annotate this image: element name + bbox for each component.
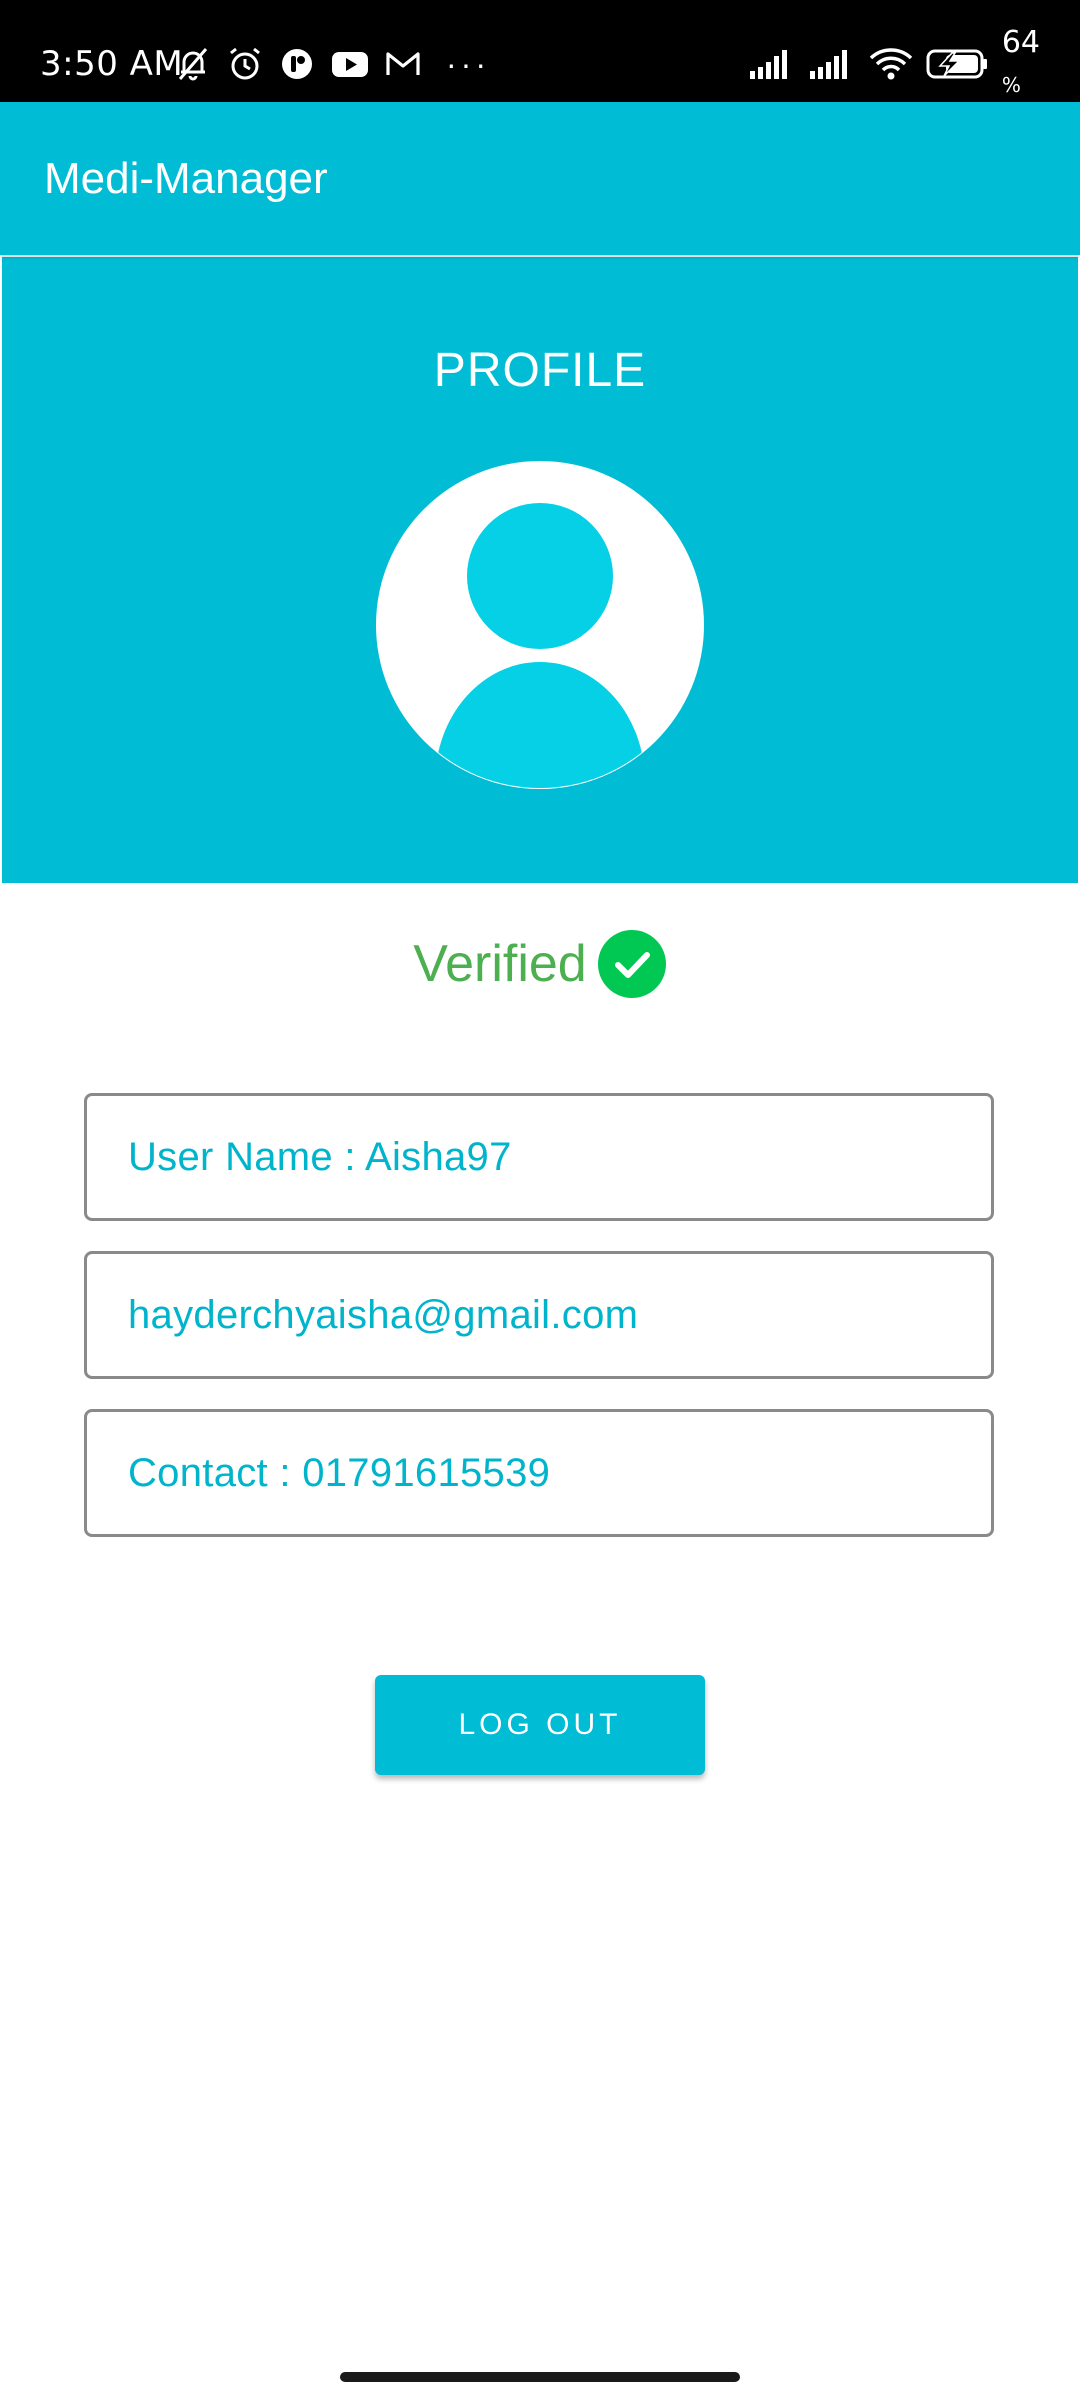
app-notification-icon [278, 45, 316, 83]
notification-icons: ··· [174, 44, 490, 84]
system-icons: 64% [748, 25, 1040, 97]
username-field[interactable]: User Name : Aisha97 [84, 1093, 994, 1221]
verified-label: Verified [413, 935, 587, 993]
person-icon [376, 461, 704, 789]
logout-button[interactable]: LOG OUT [375, 1675, 705, 1775]
verified-status: Verified [0, 928, 1080, 1000]
status-time: 3:50 AM [40, 44, 184, 84]
signal-icon [808, 47, 856, 81]
status-bar: 3:50 AM ··· 64 % [0, 0, 1080, 102]
gmail-icon [384, 45, 422, 83]
email-field[interactable]: hayderchyaisha@gmail.com [84, 1251, 994, 1379]
mute-bell-icon [174, 45, 212, 83]
check-circle-icon [597, 929, 667, 999]
avatar [375, 460, 705, 790]
signal-icon [748, 47, 796, 81]
profile-header: PROFILE [2, 257, 1078, 883]
app-bar: Medi-Manager [0, 102, 1080, 255]
more-notifications-indicator: ··· [446, 46, 490, 82]
alarm-icon [226, 45, 264, 83]
wifi-icon [868, 46, 914, 82]
profile-heading: PROFILE [433, 344, 647, 397]
battery-percent: 64% [1001, 25, 1040, 97]
youtube-icon [330, 45, 370, 83]
app-title: Medi-Manager [44, 154, 328, 203]
contact-field[interactable]: Contact : 01791615539 [84, 1409, 994, 1537]
home-indicator[interactable] [340, 2372, 740, 2382]
battery-charging-icon [926, 47, 990, 81]
